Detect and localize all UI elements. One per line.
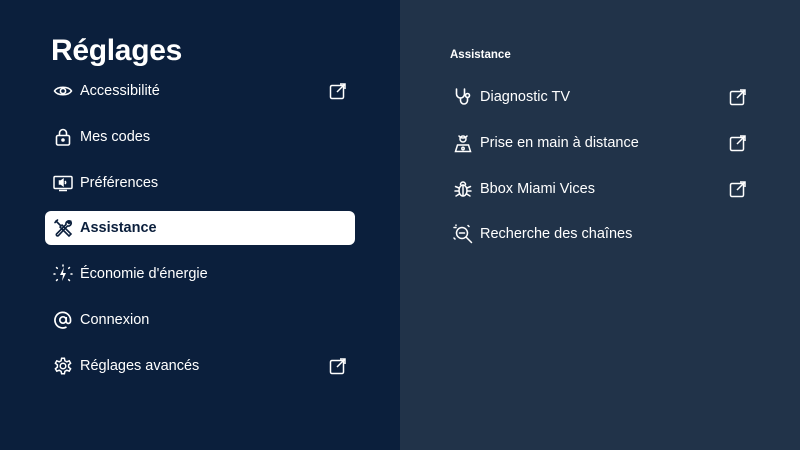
stethoscope-icon <box>453 87 473 107</box>
menu-item-connexion[interactable]: Connexion <box>45 303 355 337</box>
menu-item-label: Réglages avancés <box>80 357 200 374</box>
assistance-item-label: Diagnostic TV <box>480 89 570 105</box>
tools-icon <box>53 218 73 238</box>
assistance-menu: Diagnostic TV Prise en main à distance B… <box>445 80 755 263</box>
assistance-item-label: Bbox Miami Vices <box>480 180 595 197</box>
at-icon <box>53 310 73 330</box>
menu-item-label: Accessibilité <box>80 83 160 99</box>
external-link-icon <box>729 134 747 152</box>
assistance-item-diagnostic-tv[interactable]: Diagnostic TV <box>445 80 755 114</box>
menu-item-preferences[interactable]: Préférences <box>45 166 355 200</box>
assistance-item-label: Recherche des chaînes <box>480 226 633 243</box>
menu-item-label: Assistance <box>80 220 157 237</box>
external-link-icon <box>329 82 347 100</box>
menu-item-label: Connexion <box>80 311 150 328</box>
external-link-icon <box>729 88 747 106</box>
menu-item-assistance[interactable]: Assistance <box>45 211 355 246</box>
menu-item-label: Mes codes <box>80 128 151 145</box>
menu-item-label: Économie d'énergie <box>80 266 208 283</box>
energy-icon <box>53 264 73 284</box>
menu-item-reglages-avances[interactable]: Réglages avancés <box>45 349 355 383</box>
gear-icon <box>53 356 73 376</box>
channel-search-icon <box>453 224 473 244</box>
menu-item-accessibilite[interactable]: Accessibilité <box>45 74 355 108</box>
menu-item-economie-energie[interactable]: Économie d'énergie <box>45 257 355 291</box>
tv-sound-icon <box>53 173 73 193</box>
menu-item-label: Préférences <box>80 174 159 191</box>
assistance-item-prise-en-main[interactable]: Prise en main à distance <box>445 126 755 160</box>
assistance-item-label: Prise en main à distance <box>480 134 639 151</box>
remote-support-icon <box>453 133 473 153</box>
assistance-item-bbox-miami-vices[interactable]: Bbox Miami Vices <box>445 172 755 206</box>
assistance-item-recherche-chaines[interactable]: Recherche des chaînes <box>445 217 755 251</box>
eye-icon <box>53 81 73 101</box>
external-link-icon <box>729 180 747 198</box>
menu-item-mes-codes[interactable]: Mes codes <box>45 120 355 154</box>
settings-menu: Accessibilité Mes codes Préférences Assi… <box>45 74 355 395</box>
page-title: Réglages <box>51 34 182 67</box>
assistance-section-title: Assistance <box>450 49 511 61</box>
external-link-icon <box>329 357 347 375</box>
lock-icon <box>53 127 73 147</box>
bug-icon <box>453 179 473 199</box>
